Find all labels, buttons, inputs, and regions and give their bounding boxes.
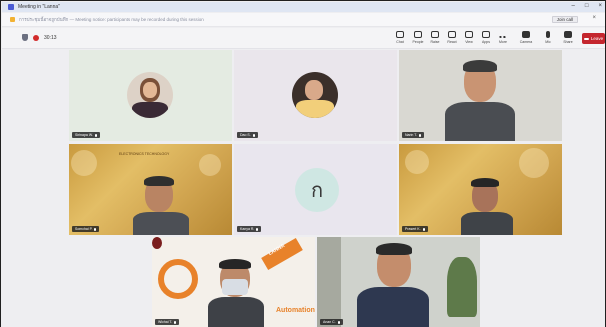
avatar xyxy=(127,72,173,118)
video-feed xyxy=(131,174,191,235)
participant-tile[interactable]: Prasert K. xyxy=(399,144,562,235)
window-controls: – □ × xyxy=(572,3,602,9)
participant-tile[interactable]: Anan C. xyxy=(317,237,480,327)
close-window-icon[interactable]: × xyxy=(598,3,602,9)
mic-icon xyxy=(252,133,255,137)
participant-name: Narin T. xyxy=(402,132,424,138)
participant-name: Kanya R. xyxy=(237,226,262,232)
automation-logo-text: Automation xyxy=(276,307,315,314)
view-button[interactable]: View xyxy=(460,31,478,47)
video-feed xyxy=(208,259,264,327)
view-icon xyxy=(465,31,473,38)
share-button[interactable]: Share xyxy=(559,31,577,47)
mic-icon xyxy=(422,227,425,231)
video-feed xyxy=(353,243,433,327)
participant-tile[interactable]: ELECTRONICS TECHNOLOGY Somchai P. xyxy=(69,144,232,235)
banner-text: ELECTRONICS TECHNOLOGY xyxy=(119,152,170,156)
participant-tile[interactable]: Sirinapa W. xyxy=(69,50,232,141)
window-title: Meeting in "Lanna" xyxy=(18,4,60,10)
close-banner-icon[interactable]: × xyxy=(592,15,596,21)
info-icon xyxy=(10,17,15,22)
face-mask xyxy=(222,279,248,295)
participant-tile[interactable]: LANNA Automation Wichai T. xyxy=(152,237,315,327)
mic-icon xyxy=(174,320,177,324)
raise-hand-button[interactable]: Raise xyxy=(426,31,444,47)
leave-button[interactable]: Leave xyxy=(582,33,605,44)
mic-icon xyxy=(419,133,421,137)
avatar xyxy=(292,72,338,118)
camera-icon xyxy=(522,31,530,38)
join-button[interactable]: Join call xyxy=(551,16,578,23)
title-bar: Meeting in "Lanna" – □ × xyxy=(2,2,605,12)
notice-banner: การประชุมนี้อาจถูกบันทึก — Meeting notic… xyxy=(2,13,605,27)
video-feed xyxy=(439,58,519,141)
initial-avatar: ก xyxy=(295,168,339,212)
participant-name: Anan C. xyxy=(320,319,343,325)
logo-icon xyxy=(152,237,162,249)
participant-tile[interactable]: Dao S. xyxy=(234,50,397,141)
notice-text: การประชุมนี้อาจถูกบันทึก — Meeting notic… xyxy=(19,17,204,22)
mic-icon xyxy=(546,31,550,38)
more-button[interactable]: More xyxy=(494,31,512,47)
plant xyxy=(447,257,477,317)
meeting-timer: 30:13 xyxy=(44,34,57,41)
maximize-icon[interactable]: □ xyxy=(585,3,589,9)
participant-name: Dao S. xyxy=(237,132,258,138)
share-icon xyxy=(564,31,572,38)
participant-tile[interactable]: ก Kanya R. xyxy=(234,144,397,235)
participant-name: Somchai P. xyxy=(72,226,100,232)
hand-icon xyxy=(431,31,439,38)
chat-icon xyxy=(396,31,404,38)
mic-icon xyxy=(94,227,97,231)
mic-button[interactable]: Mic xyxy=(539,31,557,47)
participant-tile[interactable]: Narin T. xyxy=(399,50,562,141)
shield-icon[interactable] xyxy=(22,34,28,41)
chat-button[interactable]: Chat xyxy=(391,31,409,47)
mic-icon xyxy=(94,133,97,137)
participant-name: Sirinapa W. xyxy=(72,132,100,138)
participant-name: Prasert K. xyxy=(402,226,428,232)
minimize-icon[interactable]: – xyxy=(572,3,575,9)
mic-icon xyxy=(256,227,259,231)
more-icon xyxy=(499,31,507,38)
camera-button[interactable]: Camera xyxy=(517,31,535,47)
meeting-toolbar: 30:13 Chat People Raise React View Apps xyxy=(2,28,605,49)
people-icon xyxy=(414,31,422,38)
participant-name: Wichai T. xyxy=(155,319,180,325)
react-button[interactable]: React xyxy=(443,31,461,47)
apps-button[interactable]: Apps xyxy=(477,31,495,47)
meeting-window: Meeting in "Lanna" – □ × การประชุมนี้อาจ… xyxy=(0,0,606,327)
recording-icon xyxy=(33,34,39,41)
phone-icon xyxy=(583,37,589,40)
gear-icon xyxy=(158,259,198,299)
mic-icon xyxy=(337,320,340,324)
apps-icon xyxy=(482,31,490,38)
people-button[interactable]: People xyxy=(409,31,427,47)
teams-app-icon xyxy=(8,4,14,10)
react-icon xyxy=(448,31,456,38)
video-feed xyxy=(459,178,515,235)
